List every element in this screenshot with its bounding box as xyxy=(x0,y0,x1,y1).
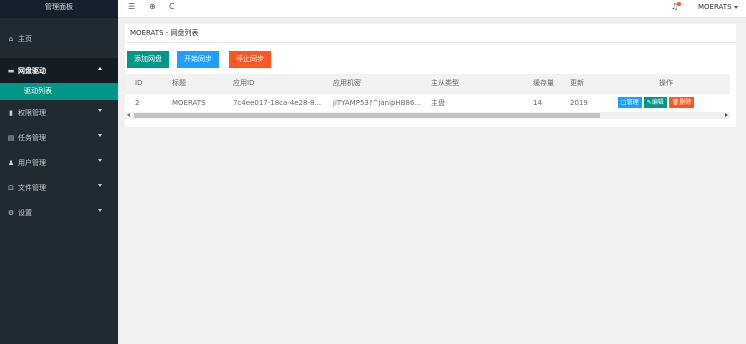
manage-label: 管理 xyxy=(626,99,639,106)
users-icon: ♟ xyxy=(7,158,15,167)
scrollbar-thumb[interactable] xyxy=(134,113,600,118)
column-header[interactable]: ID xyxy=(125,74,162,94)
column-header[interactable]: 主从类型 xyxy=(421,74,523,94)
delete-button[interactable]: 🗑删除 xyxy=(668,97,695,108)
scroll-left-arrow-icon[interactable] xyxy=(127,113,130,117)
chevron-down-icon xyxy=(98,134,102,137)
column-header: 操作 xyxy=(602,74,730,94)
sidebar-item-label: 权限管理 xyxy=(18,108,46,117)
chevron-down-icon xyxy=(98,184,102,187)
column-header[interactable]: 应用ID xyxy=(223,74,323,94)
sidebar-item-settings[interactable]: ⚙ 设置 xyxy=(0,200,118,225)
chevron-down-icon xyxy=(733,5,738,9)
list-icon: ▤ xyxy=(7,133,15,142)
folder-icon: ⊡ xyxy=(8,183,14,192)
column-header[interactable]: 标题 xyxy=(162,74,223,94)
column-header[interactable]: 更新 xyxy=(560,74,602,94)
cell-id: 2 xyxy=(125,93,162,113)
cell-cache: 14 xyxy=(523,93,560,113)
notification-dot xyxy=(677,2,681,6)
cell-actions: □管理 ✎编辑 🗑删除 xyxy=(602,93,730,113)
lock-icon: ▮ xyxy=(9,108,13,117)
manage-button[interactable]: □管理 xyxy=(618,97,642,108)
card-title: MOERATS - 网盘列表 xyxy=(125,24,736,43)
chevron-down-icon xyxy=(98,209,102,212)
cell-app-id: 7c4ee017-18ca-4e28-8... xyxy=(223,93,323,113)
stop-sync-button[interactable]: 停止同步 xyxy=(229,51,271,68)
sidebar-item-drives[interactable]: ▬ 网盘驱动 xyxy=(0,58,118,83)
delete-label: 删除 xyxy=(679,99,692,106)
sidebar-item-permissions[interactable]: ▮ 权限管理 xyxy=(0,100,118,125)
user-menu[interactable]: MOERATS xyxy=(698,3,738,11)
server-icon: ▬ xyxy=(7,66,15,75)
column-header[interactable]: 应用机密 xyxy=(323,74,421,94)
home-icon: ⌂ xyxy=(8,34,14,43)
sidebar-item-files[interactable]: ⊡ 文件管理 xyxy=(0,175,118,200)
globe-icon[interactable]: ⊕ xyxy=(149,2,156,11)
sidebar-item-label: 网盘驱动 xyxy=(18,66,46,75)
chevron-up-icon xyxy=(98,67,102,70)
sidebar-item-users[interactable]: ♟ 用户管理 xyxy=(0,150,118,175)
top-header: ☰ ⊕ C ♫ MOERATS xyxy=(118,0,746,18)
refresh-icon[interactable]: C xyxy=(169,2,175,11)
brand-title: 管理面板 xyxy=(0,0,118,18)
chevron-down-icon xyxy=(98,159,102,162)
sidebar-menu: ⌂ 主页 ▬ 网盘驱动 驱动列表 ▮ 权限管理 ▤ 任务管理 ♟ 用户管理 ⊡ … xyxy=(0,26,118,225)
sidebar-item-tasks[interactable]: ▤ 任务管理 xyxy=(0,125,118,150)
cell-type: 主盘 xyxy=(421,93,523,113)
scroll-right-arrow-icon[interactable] xyxy=(725,113,728,117)
sidebar-item-label: 主页 xyxy=(18,34,32,43)
menu-toggle-icon[interactable]: ☰ xyxy=(128,2,135,11)
gear-icon: ⚙ xyxy=(7,208,15,217)
sidebar: 管理面板 ⌂ 主页 ▬ 网盘驱动 驱动列表 ▮ 权限管理 ▤ 任务管理 ♟ 用户… xyxy=(0,0,118,344)
edit-label: 编辑 xyxy=(651,99,664,106)
edit-button[interactable]: ✎编辑 xyxy=(643,97,667,108)
sidebar-item-label: 用户管理 xyxy=(18,158,46,167)
chevron-down-icon xyxy=(98,109,102,112)
sidebar-item-label: 设置 xyxy=(18,208,32,217)
sidebar-item-label: 任务管理 xyxy=(18,133,46,142)
table-header-row: ID 标题 应用ID 应用机密 主从类型 缓存量 更新 操作 xyxy=(125,74,730,94)
drive-table: ID 标题 应用ID 应用机密 主从类型 缓存量 更新 操作 2 MOERATS… xyxy=(125,74,730,113)
user-name: MOERATS xyxy=(698,3,732,11)
sidebar-subitem-driver-list[interactable]: 驱动列表 xyxy=(0,83,118,100)
drive-list-card: MOERATS - 网盘列表 添加网盘 开始同步 停止同步 ID 标题 应用ID… xyxy=(125,24,736,127)
start-sync-button[interactable]: 开始同步 xyxy=(177,51,219,68)
sidebar-item-home[interactable]: ⌂ 主页 xyxy=(0,26,118,51)
horizontal-scrollbar[interactable] xyxy=(125,112,730,119)
add-drive-button[interactable]: 添加网盘 xyxy=(127,51,169,68)
sidebar-item-label: 文件管理 xyxy=(18,183,46,192)
cell-secret: jiTYAMP53?^janipHB86... xyxy=(323,93,421,113)
column-header[interactable]: 缓存量 xyxy=(523,74,560,94)
table-row: 2 MOERATS 7c4ee017-18ca-4e28-8... jiTYAM… xyxy=(125,93,730,113)
cell-updated: 2019 xyxy=(560,93,602,113)
cell-title: MOERATS xyxy=(162,93,223,113)
